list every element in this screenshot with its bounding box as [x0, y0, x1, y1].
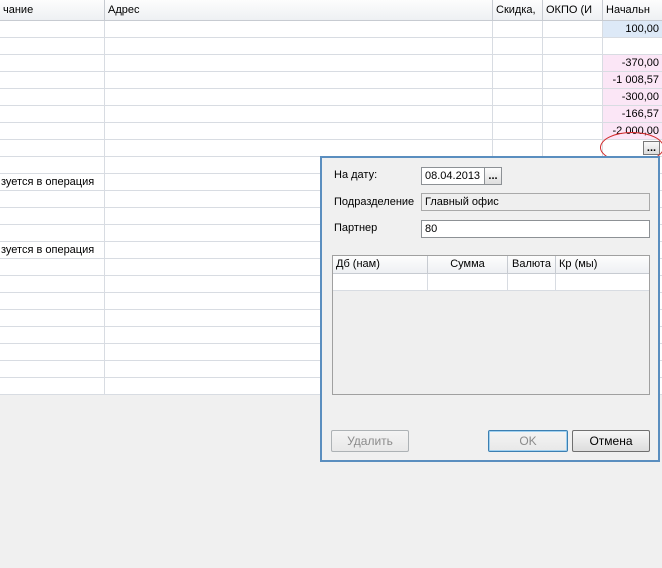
okpo-cell[interactable]	[543, 38, 603, 54]
address-cell[interactable]	[105, 89, 493, 105]
initial-balance-cell[interactable]: -300,00	[603, 89, 662, 105]
column-header-initial-balance[interactable]: Начальн	[603, 0, 662, 21]
address-cell[interactable]	[105, 72, 493, 88]
name-cell[interactable]	[0, 106, 105, 122]
ok-button[interactable]: OK	[488, 430, 568, 452]
address-cell[interactable]	[105, 140, 493, 156]
table-row[interactable]: -300,00	[0, 89, 662, 106]
entries-table: Дб (нам) Сумма Валюта Кр (мы)	[332, 255, 650, 395]
name-cell[interactable]	[0, 344, 105, 360]
name-cell[interactable]: зуется в операция	[0, 242, 105, 258]
initial-balance-cell[interactable]: 100,00	[603, 21, 662, 37]
delete-button[interactable]: Удалить	[331, 430, 409, 452]
table-cell[interactable]	[428, 274, 508, 290]
okpo-cell[interactable]	[543, 89, 603, 105]
address-cell[interactable]	[105, 123, 493, 139]
table-row[interactable]: -1 008,57	[0, 72, 662, 89]
discount-cell[interactable]	[493, 38, 543, 54]
open-balance-editor-button[interactable]: ...	[643, 141, 660, 155]
initial-balance-cell[interactable]: -1 008,57	[603, 72, 662, 88]
okpo-cell[interactable]	[543, 21, 603, 37]
table-row[interactable]: ...	[0, 140, 662, 157]
okpo-cell[interactable]	[543, 140, 603, 156]
name-cell[interactable]	[0, 310, 105, 326]
name-cell[interactable]	[0, 259, 105, 275]
okpo-cell[interactable]	[543, 106, 603, 122]
table-cell[interactable]	[508, 274, 556, 290]
name-cell[interactable]	[0, 89, 105, 105]
name-cell[interactable]: зуется в операция	[0, 174, 105, 190]
column-header-name[interactable]: чание	[0, 0, 105, 21]
okpo-cell[interactable]	[543, 55, 603, 71]
name-cell[interactable]	[0, 225, 105, 241]
name-cell[interactable]	[0, 140, 105, 156]
balance-dialog: На дату: ... Подразделение Партнер Дб (н…	[320, 156, 660, 462]
grid-header: чание Адрес Скидка, ОКПО (И Начальн	[0, 0, 662, 21]
table-row[interactable]: -2 000,00	[0, 123, 662, 140]
okpo-cell[interactable]	[543, 72, 603, 88]
initial-balance-cell[interactable]: -2 000,00	[603, 123, 662, 139]
table-row[interactable]: -370,00	[0, 55, 662, 72]
table-row[interactable]: -166,57	[0, 106, 662, 123]
division-field	[421, 193, 650, 211]
name-cell[interactable]	[0, 123, 105, 139]
address-cell[interactable]	[105, 38, 493, 54]
table-cell[interactable]	[556, 274, 649, 290]
name-cell[interactable]	[0, 378, 105, 394]
table-row[interactable]	[0, 38, 662, 55]
name-cell[interactable]	[0, 55, 105, 71]
discount-cell[interactable]	[493, 55, 543, 71]
column-header-address[interactable]: Адрес	[105, 0, 493, 21]
name-cell[interactable]	[0, 38, 105, 54]
address-cell[interactable]	[105, 55, 493, 71]
column-header-amount[interactable]: Сумма	[428, 256, 508, 274]
division-label: Подразделение	[334, 196, 415, 208]
initial-balance-cell[interactable]: -166,57	[603, 106, 662, 122]
address-cell[interactable]	[105, 21, 493, 37]
discount-cell[interactable]	[493, 21, 543, 37]
cancel-button[interactable]: Отмена	[572, 430, 650, 452]
discount-cell[interactable]	[493, 123, 543, 139]
discount-cell[interactable]	[493, 72, 543, 88]
initial-balance-cell[interactable]	[603, 38, 662, 54]
name-cell[interactable]	[0, 157, 105, 173]
initial-balance-cell[interactable]: -370,00	[603, 55, 662, 71]
column-header-credit[interactable]: Кр (мы)	[556, 256, 649, 274]
date-picker-button[interactable]: ...	[484, 167, 502, 185]
name-cell[interactable]	[0, 191, 105, 207]
column-header-currency[interactable]: Валюта	[508, 256, 556, 274]
table-cell[interactable]	[333, 274, 428, 290]
name-cell[interactable]	[0, 276, 105, 292]
entries-table-header: Дб (нам) Сумма Валюта Кр (мы)	[333, 256, 649, 274]
address-cell[interactable]	[105, 106, 493, 122]
column-header-discount[interactable]: Скидка,	[493, 0, 543, 21]
name-cell[interactable]	[0, 208, 105, 224]
date-input[interactable]	[421, 167, 485, 185]
name-cell[interactable]	[0, 327, 105, 343]
table-row[interactable]	[333, 274, 649, 291]
name-cell[interactable]	[0, 361, 105, 377]
column-header-okpo[interactable]: ОКПО (И	[543, 0, 603, 21]
discount-cell[interactable]	[493, 140, 543, 156]
okpo-cell[interactable]	[543, 123, 603, 139]
discount-cell[interactable]	[493, 89, 543, 105]
name-cell[interactable]	[0, 293, 105, 309]
partner-label: Партнер	[334, 222, 378, 234]
name-cell[interactable]	[0, 21, 105, 37]
table-row[interactable]: 100,00	[0, 21, 662, 38]
partner-input[interactable]	[421, 220, 650, 238]
date-label: На дату:	[334, 169, 378, 181]
name-cell[interactable]	[0, 72, 105, 88]
discount-cell[interactable]	[493, 106, 543, 122]
column-header-debit[interactable]: Дб (нам)	[333, 256, 428, 274]
initial-balance-cell[interactable]: ...	[603, 140, 662, 156]
